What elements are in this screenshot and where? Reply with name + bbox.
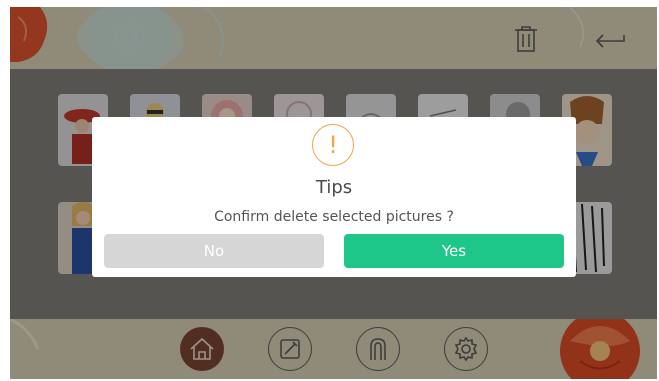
confirm-dialog: ! Tips Confirm delete selected pictures …	[92, 117, 576, 277]
app-frame: ! Tips Confirm delete selected pictures …	[10, 7, 657, 379]
yes-button[interactable]: Yes	[344, 234, 564, 268]
dialog-message: Confirm delete selected pictures ?	[214, 209, 454, 225]
dialog-title: Tips	[315, 177, 353, 198]
exclamation-icon: !	[312, 124, 354, 166]
no-button[interactable]: No	[104, 234, 324, 268]
